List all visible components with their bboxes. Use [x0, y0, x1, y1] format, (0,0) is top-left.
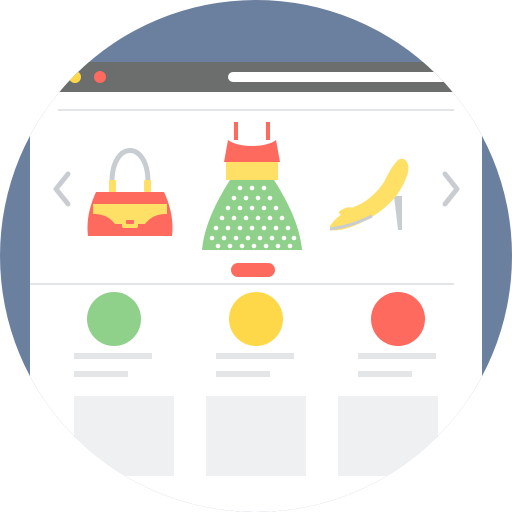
product-swatch-red[interactable] — [371, 292, 425, 346]
product-subtitle-placeholder — [74, 371, 128, 377]
product-card-placeholder[interactable] — [74, 396, 174, 476]
product-subtitle-placeholder — [358, 371, 412, 377]
yellow-dot-icon[interactable] — [69, 71, 81, 83]
product-title-placeholder — [216, 353, 294, 359]
product-title-placeholder — [74, 353, 152, 359]
url-bar[interactable] — [228, 72, 454, 82]
section-divider — [30, 283, 454, 285]
red-dot-icon[interactable] — [94, 71, 106, 83]
green-dot-icon[interactable] — [44, 71, 56, 83]
carousel-indicator[interactable] — [231, 263, 275, 277]
product-swatch-yellow[interactable] — [229, 292, 283, 346]
product-card-placeholder[interactable] — [206, 396, 306, 476]
product-title-placeholder — [358, 353, 436, 359]
product-swatch-green[interactable] — [87, 292, 141, 346]
top-divider — [58, 109, 454, 111]
product-card-placeholder[interactable] — [338, 396, 438, 476]
shop-illustration — [0, 0, 512, 512]
illustration-svg — [0, 0, 512, 512]
product-subtitle-placeholder — [216, 371, 270, 377]
